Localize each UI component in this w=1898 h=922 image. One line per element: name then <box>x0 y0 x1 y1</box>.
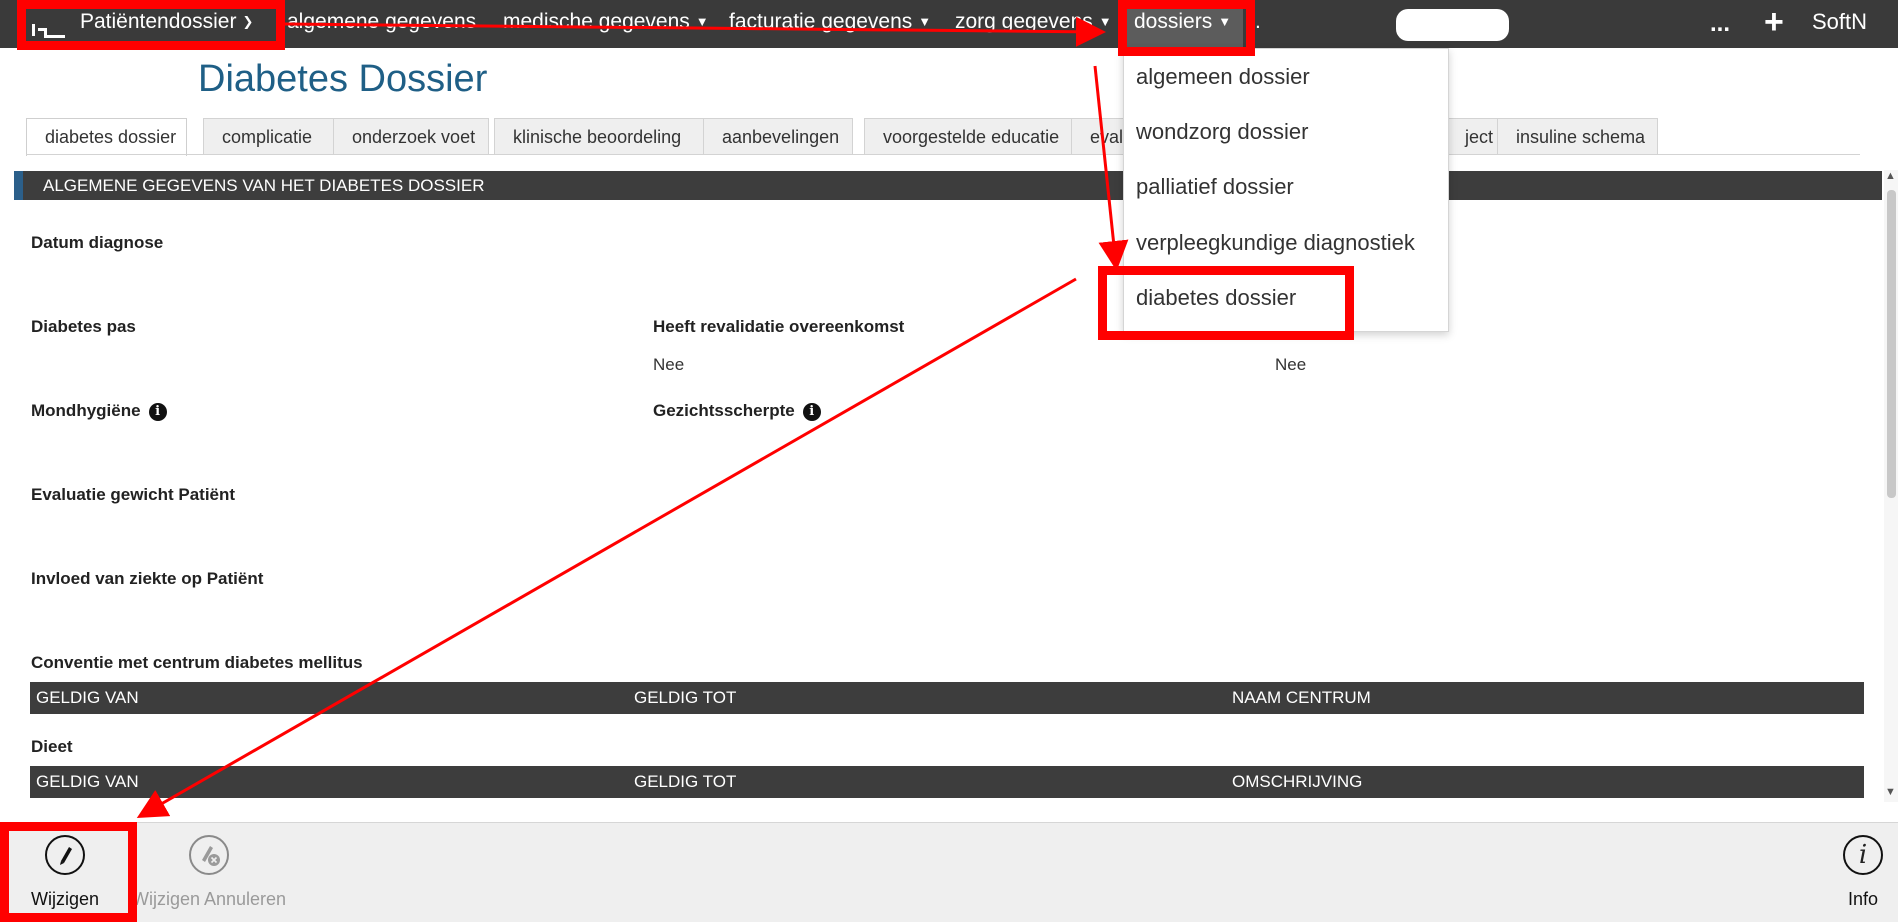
field-revalidatie-value: Nee <box>653 355 685 374</box>
field-datum-diagnose: Datum diagnose <box>31 233 164 252</box>
tab-diabetes-dossier[interactable]: diabetes dossier <box>26 118 187 156</box>
tab-klinische-beoordeling[interactable]: klinische beoordeling <box>494 118 705 154</box>
menu-item-verpleegkundige-diagnostiek[interactable]: verpleegkundige diagnostiek <box>1136 230 1415 256</box>
annotation-box-diabetes-dossier <box>1098 266 1354 340</box>
caret-down-icon: ▼ <box>1098 14 1112 29</box>
annotation-box-patient-dossier <box>17 0 285 50</box>
page-title: Diabetes Dossier <box>198 58 488 100</box>
scroll-down-arrow-icon[interactable]: ▼ <box>1885 786 1896 798</box>
field-diabetes-pas: Diabetes pas <box>31 317 136 336</box>
scroll-up-arrow-icon[interactable]: ▲ <box>1885 170 1896 182</box>
column-header[interactable]: GELDIG TOT <box>634 766 736 798</box>
user-menu[interactable]: SoftN <box>1812 0 1867 44</box>
annotation-box-edit-button <box>0 822 137 922</box>
add-button[interactable]: + <box>1764 0 1784 44</box>
column-header[interactable]: GELDIG TOT <box>634 682 736 714</box>
field-revalidatie-label: Heeft revalidatie overeenkomst <box>653 317 905 336</box>
info-circle-icon: i <box>1843 835 1883 875</box>
field-gezichtsscherpte: Gezichtsscherpte i <box>653 401 821 421</box>
tab-insuline-schema[interactable]: insuline schema <box>1497 118 1658 154</box>
tab-onderzoek-voet[interactable]: onderzoek voet <box>333 118 489 154</box>
info-button[interactable]: i Info <box>1828 835 1898 910</box>
info-icon[interactable]: i <box>802 403 821 421</box>
more-menu-button[interactable]: ... <box>1710 0 1730 48</box>
field-mondhygiene-label: Mondhygiëne <box>31 401 141 420</box>
cancel-edit-button-label: Wijzigen Annuleren <box>131 889 287 909</box>
nav-item-label: facturatie gegevens <box>729 10 913 33</box>
column-header[interactable]: GELDIG VAN <box>36 682 139 714</box>
field-gezichtsscherpte-label: Gezichtsscherpte <box>653 401 795 420</box>
field-conventie: Conventie met centrum diabetes mellitus <box>31 653 363 672</box>
cancel-edit-icon <box>189 835 229 875</box>
column-header[interactable]: GELDIG VAN <box>36 766 139 798</box>
nav-overflow-dot: . <box>1255 10 1261 33</box>
annotation-arrow-to-edit-button <box>136 277 1077 818</box>
tab-voorgestelde-educatie[interactable]: voorgestelde educatie <box>864 118 1079 154</box>
field-invloed-ziekte: Invloed van ziekte op Patiënt <box>31 569 264 588</box>
cancel-edit-button[interactable]: Wijzigen Annuleren <box>126 835 292 910</box>
annotation-box-dossiers <box>1118 0 1255 56</box>
menu-item-palliatief-dossier[interactable]: palliatief dossier <box>1136 174 1294 200</box>
info-icon[interactable]: i <box>148 403 167 421</box>
field-dieet: Dieet <box>31 737 73 756</box>
tab-aanbevelingen[interactable]: aanbevelingen <box>703 118 853 154</box>
info-button-label: Info <box>1847 889 1879 909</box>
menu-item-wondzorg-dossier[interactable]: wondzorg dossier <box>1136 119 1308 145</box>
dieet-table-header: GELDIG VAN GELDIG TOT OMSCHRIJVING <box>30 766 1864 798</box>
nav-zorg-gegevens[interactable]: zorg gegevens ▼ <box>955 0 1112 48</box>
nav-item-label: zorg gegevens <box>955 10 1093 33</box>
section-header: ALGEMENE GEGEVENS VAN HET DIABETES DOSSI… <box>14 171 1882 200</box>
bottom-toolbar: Wijzigen Wijzigen Annuleren i Info <box>0 822 1898 922</box>
nav-item-label: algemene gegevens <box>287 10 477 33</box>
column-header[interactable]: NAAM CENTRUM <box>1232 682 1371 714</box>
caret-down-icon: ▼ <box>918 14 932 29</box>
conventie-table-header: GELDIG VAN GELDIG TOT NAAM CENTRUM <box>30 682 1864 714</box>
nav-algemene-gegevens[interactable]: algemene gegevens <box>287 0 476 48</box>
annotation-arrow-to-diabetes-dossier <box>1093 65 1129 271</box>
scrollbar-thumb[interactable] <box>1887 190 1896 498</box>
field-mondhygiene: Mondhygiëne i <box>31 401 167 421</box>
menu-item-algemeen-dossier[interactable]: algemeen dossier <box>1136 64 1310 90</box>
nav-search-field[interactable] <box>1396 9 1509 41</box>
column-header[interactable]: OMSCHRIJVING <box>1232 766 1362 798</box>
nav-medische-gegevens[interactable]: medische gegevens ▼ <box>503 0 709 48</box>
nav-item-label: medische gegevens <box>503 10 690 33</box>
tab-complicatie[interactable]: complicatie <box>203 118 353 154</box>
tabs-divider <box>26 154 1860 155</box>
field-honorarium-value: Nee <box>1275 355 1307 374</box>
nav-facturatie-gegevens[interactable]: facturatie gegevens ▼ <box>729 0 931 48</box>
field-evaluatie-gewicht: Evaluatie gewicht Patiënt <box>31 485 236 504</box>
caret-down-icon: ▼ <box>695 14 709 29</box>
